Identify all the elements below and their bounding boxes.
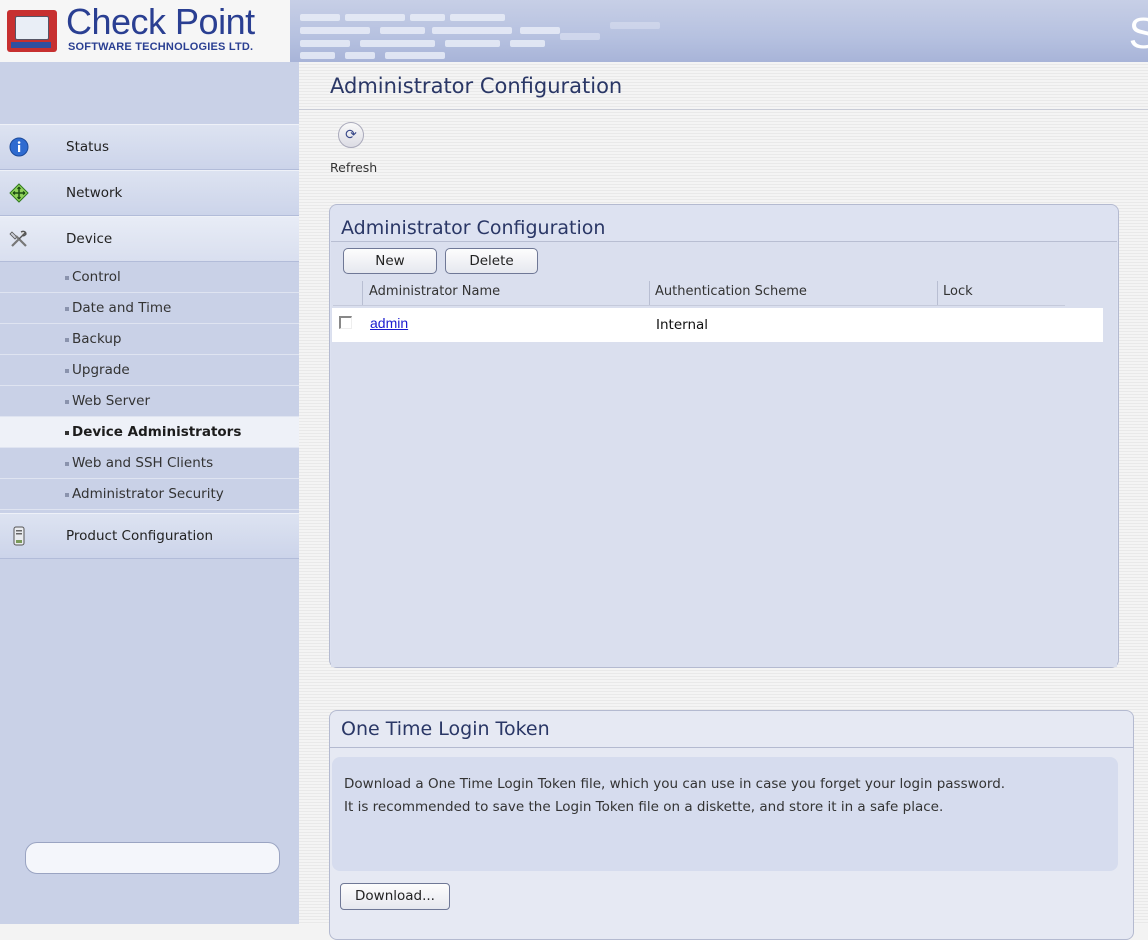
brand-title: Check Point xyxy=(66,1,255,42)
page-title: Administrator Configuration xyxy=(330,74,623,98)
administrator-configuration-panel: Administrator Configuration New Delete A… xyxy=(329,204,1119,668)
header-stripe xyxy=(300,40,350,47)
download-button[interactable]: Download... xyxy=(340,883,450,910)
refresh-label: Refresh xyxy=(330,160,378,175)
header-stripe xyxy=(300,52,335,59)
refresh-icon: ⟳ xyxy=(338,122,364,148)
header-stripe xyxy=(345,52,375,59)
sidebar-item-status[interactable]: Status xyxy=(0,124,299,170)
header-stripe xyxy=(385,52,445,59)
refresh-button[interactable]: ⟳ Refresh xyxy=(329,122,389,182)
app-header: Check Point SOFTWARE TECHNOLOGIES LTD. S xyxy=(0,0,1148,62)
sidebar-subitem-label: Upgrade xyxy=(72,362,130,378)
bullet-icon xyxy=(65,338,69,342)
sidebar-item-product-configuration[interactable]: Product Configuration xyxy=(0,513,299,559)
header-stripe xyxy=(410,14,445,21)
bullet-icon xyxy=(65,307,69,311)
sidebar-subitem-label: Backup xyxy=(72,331,122,347)
header-stripe xyxy=(300,14,340,21)
table-row[interactable]: admin Internal xyxy=(332,308,1103,342)
sidebar-subitem-label: Administrator Security xyxy=(72,486,224,502)
header-right-glyph: S xyxy=(1128,9,1148,58)
header-stripe xyxy=(345,14,405,21)
token-description-line: Download a One Time Login Token file, wh… xyxy=(344,776,1006,792)
header-stripe xyxy=(510,40,545,47)
column-separator xyxy=(937,281,938,305)
sidebar-subitem-administrator-security[interactable]: Administrator Security xyxy=(0,479,299,510)
column-separator xyxy=(649,281,650,305)
one-time-login-token-panel: One Time Login Token Download a One Time… xyxy=(329,710,1134,940)
header-stripe xyxy=(360,40,435,47)
panel-divider xyxy=(330,747,1133,748)
header-stripe xyxy=(445,40,500,47)
sidebar-subitem-label: Web Server xyxy=(72,393,150,409)
header-stripe xyxy=(300,27,370,34)
column-header-lock[interactable]: Lock xyxy=(943,284,973,299)
sidebar-subitem-date-and-time[interactable]: Date and Time xyxy=(0,293,299,324)
bullet-icon xyxy=(65,400,69,404)
info-icon xyxy=(9,137,29,157)
sidebar-subitem-backup[interactable]: Backup xyxy=(0,324,299,355)
authentication-scheme-cell: Internal xyxy=(656,317,709,333)
column-separator xyxy=(362,281,363,305)
main-content: Administrator Configuration ⟳ Refresh Ad… xyxy=(299,62,1148,940)
row-checkbox[interactable] xyxy=(339,316,352,329)
sidebar-top-spacer xyxy=(0,62,299,124)
check-point-logo-icon xyxy=(7,10,57,52)
sidebar-item-label: Status xyxy=(66,139,110,155)
sidebar-item-device[interactable]: Device xyxy=(0,216,299,262)
sidebar-subitem-label: Date and Time xyxy=(72,300,172,316)
table-header: Administrator Name Authentication Scheme… xyxy=(333,281,1065,306)
header-stripe xyxy=(380,27,425,34)
header-stripe xyxy=(610,22,660,29)
token-description: Download a One Time Login Token file, wh… xyxy=(344,773,1114,818)
panel-title: Administrator Configuration xyxy=(341,217,606,239)
sidebar-subitem-web-and-ssh-clients[interactable]: Web and SSH Clients xyxy=(0,448,299,479)
network-icon xyxy=(9,183,29,203)
column-header-administrator-name[interactable]: Administrator Name xyxy=(369,284,500,299)
delete-button[interactable]: Delete xyxy=(445,248,538,274)
brand-subtitle: SOFTWARE TECHNOLOGIES LTD. xyxy=(68,41,254,53)
administrators-table: New Delete Administrator Name Authentica… xyxy=(331,241,1117,667)
panel-title: One Time Login Token xyxy=(341,718,550,740)
new-button[interactable]: New xyxy=(343,248,437,274)
bullet-icon xyxy=(65,462,69,466)
sidebar-item-network[interactable]: Network xyxy=(0,170,299,216)
sidebar-subitem-upgrade[interactable]: Upgrade xyxy=(0,355,299,386)
token-description-box: Download a One Time Login Token file, wh… xyxy=(332,757,1118,871)
bullet-icon xyxy=(65,431,69,435)
sidebar-subitem-device-administrators[interactable]: Device Administrators xyxy=(0,417,299,448)
header-stripe xyxy=(450,14,505,21)
device-icon xyxy=(13,526,25,546)
logout-button[interactable] xyxy=(25,842,280,874)
header-stripe xyxy=(432,27,512,34)
sidebar-item-label: Device xyxy=(66,231,113,247)
header-stripe xyxy=(520,27,560,34)
header-stripe xyxy=(560,33,600,40)
sidebar-subitem-control[interactable]: Control xyxy=(0,262,299,293)
brand-logo: Check Point SOFTWARE TECHNOLOGIES LTD. xyxy=(0,0,290,62)
token-description-line: It is recommended to save the Login Toke… xyxy=(344,798,944,815)
administrator-name-link[interactable]: admin xyxy=(370,315,408,331)
column-header-authentication-scheme[interactable]: Authentication Scheme xyxy=(655,284,807,299)
sidebar-subitem-label: Device Administrators xyxy=(72,424,242,440)
title-divider xyxy=(299,109,1148,110)
tools-icon xyxy=(9,230,27,247)
bullet-icon xyxy=(65,369,69,373)
bullet-icon xyxy=(65,276,69,280)
sidebar-subitem-label: Web and SSH Clients xyxy=(72,455,214,471)
bullet-icon xyxy=(65,493,69,497)
sidebar-subitem-web-server[interactable]: Web Server xyxy=(0,386,299,417)
sidebar: Status Network Device Control Date and T… xyxy=(0,62,299,924)
sidebar-subitem-label: Control xyxy=(72,269,121,285)
sidebar-item-label: Network xyxy=(66,185,123,201)
sidebar-item-label: Product Configuration xyxy=(66,528,214,544)
